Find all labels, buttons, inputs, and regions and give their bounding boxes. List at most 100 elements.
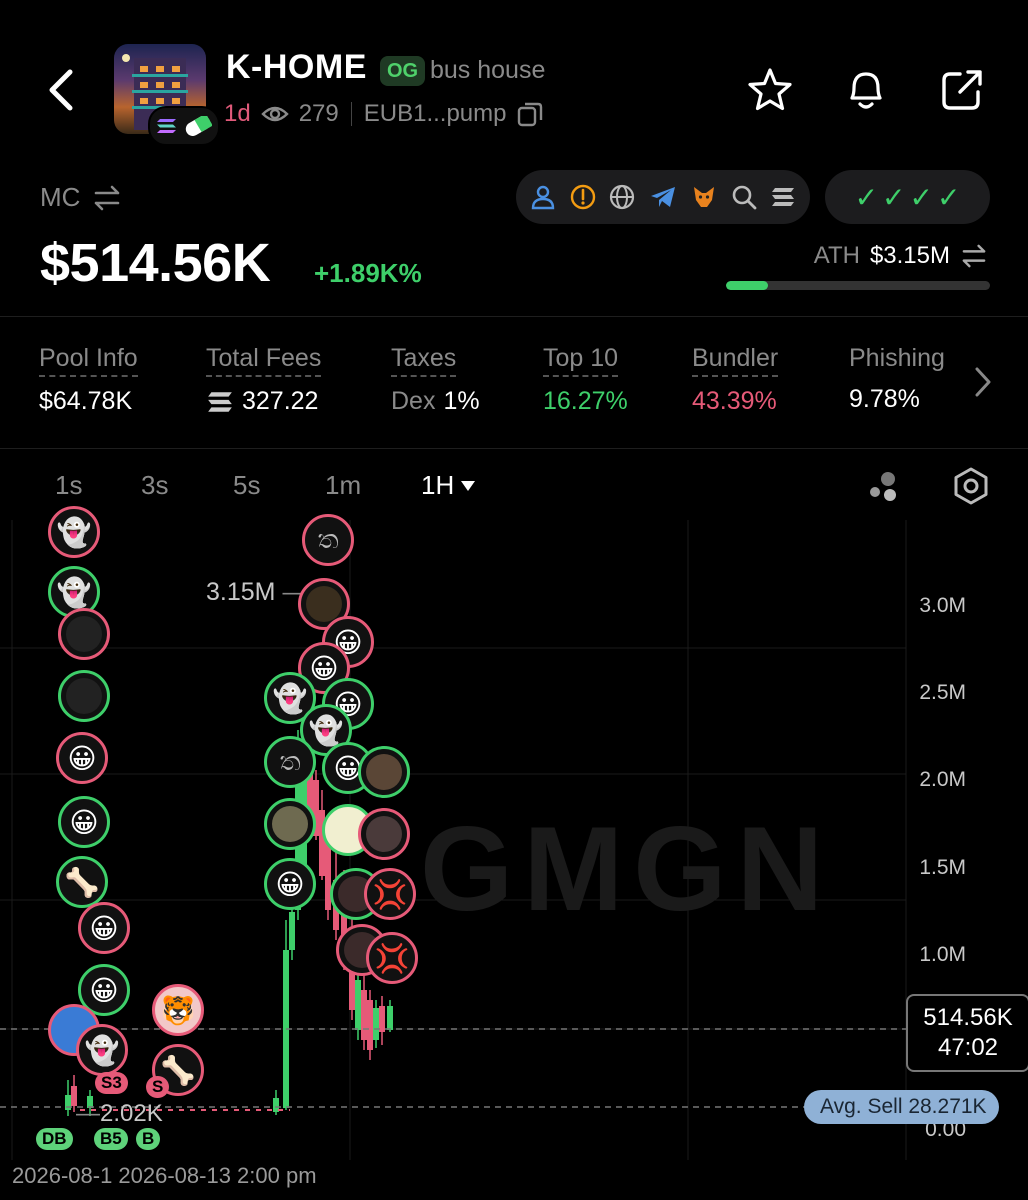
- trade-marker-avatar[interactable]: [264, 798, 316, 850]
- token-meta: 1d 279 EUB1...pump: [224, 100, 544, 128]
- check-icon: ✓: [909, 181, 933, 213]
- stat-value: 9.78%: [849, 385, 920, 413]
- trade-marker-grin[interactable]: 😀: [56, 732, 108, 784]
- trade-marker-avatar[interactable]: [358, 808, 410, 860]
- stat-top-10[interactable]: Top 10 16.27%: [543, 344, 628, 416]
- trade-marker-angry[interactable]: 💢: [364, 868, 416, 920]
- security-checks[interactable]: ✓ ✓ ✓ ✓: [825, 170, 990, 224]
- trade-tag[interactable]: B5: [94, 1128, 128, 1150]
- trade-marker-avatar[interactable]: [58, 670, 110, 722]
- globe-icon[interactable]: [609, 184, 635, 210]
- stat-value: 1%: [443, 387, 480, 415]
- trade-marker-grin[interactable]: 😀: [78, 902, 130, 954]
- stat-bundler[interactable]: Bundler 43.39%: [692, 344, 779, 416]
- ath-label: ATH: [813, 242, 860, 269]
- og-badge: OG: [380, 56, 426, 86]
- solana-scan-icon[interactable]: [770, 186, 796, 208]
- ath-toggle[interactable]: ATH $3.15M: [814, 242, 988, 270]
- ath-progress-bar: [726, 281, 990, 290]
- stat-taxes[interactable]: Taxes Dex 1%: [391, 344, 480, 416]
- caret-down-icon: [461, 480, 476, 491]
- y-axis-label: 2.5M: [919, 681, 966, 704]
- timeframe-1s[interactable]: 1s: [55, 470, 82, 501]
- stat-value: 43.39%: [692, 387, 777, 415]
- social-links: [516, 170, 810, 224]
- trade-tag[interactable]: B: [136, 1128, 161, 1150]
- user-icon[interactable]: [530, 184, 556, 210]
- candle-body: [289, 912, 295, 950]
- pill-icon: [185, 116, 212, 136]
- divider: [0, 316, 1028, 317]
- current-price-box: 514.56K 47:02: [906, 994, 1028, 1072]
- trade-tag[interactable]: DB: [36, 1128, 73, 1150]
- trade-marker-angry[interactable]: 💢: [366, 932, 418, 984]
- candle-countdown: 47:02: [937, 1034, 999, 1061]
- check-icon: ✓: [882, 181, 906, 213]
- stat-label: Top 10: [543, 344, 619, 377]
- stat-label: Pool Info: [39, 344, 138, 377]
- timeframe-1h: 1H: [421, 470, 455, 500]
- market-cap-change: +1.89K%: [314, 258, 422, 288]
- timeframe-1h-dropdown[interactable]: 1H: [421, 470, 476, 501]
- share-icon: [942, 70, 982, 110]
- trade-marker-pixel[interactable]: 🐯: [152, 984, 204, 1036]
- trade-marker-avatar[interactable]: [358, 746, 410, 798]
- gear-icon: [954, 467, 988, 505]
- stat-value-prefix: Dex: [391, 387, 436, 415]
- y-axis-label: 3.0M: [919, 594, 966, 617]
- token-subtitle: bus house: [430, 56, 546, 84]
- watermark: GMGN: [420, 802, 834, 936]
- stat-value: 16.27%: [543, 387, 628, 415]
- chevron-left-icon: [49, 69, 73, 111]
- favorite-button[interactable]: [744, 64, 796, 116]
- mc-toggle[interactable]: MC: [40, 182, 122, 213]
- trade-marker-ghost[interactable]: 👻: [48, 506, 100, 558]
- low-price-marker: —2.02K: [76, 1100, 163, 1127]
- trade-marker-grin[interactable]: 😀: [58, 796, 110, 848]
- trade-marker-avatar[interactable]: [58, 608, 110, 660]
- telegram-icon[interactable]: [649, 185, 677, 209]
- timeframe-5s[interactable]: 5s: [233, 470, 260, 501]
- stat-value: 327.22: [242, 387, 319, 415]
- chart-settings-button[interactable]: [950, 464, 992, 508]
- token-name: K-HOME: [226, 48, 367, 86]
- stat-label: Total Fees: [206, 344, 322, 377]
- meta-divider: [350, 102, 352, 126]
- ath-price-marker: 3.15M —: [206, 578, 308, 606]
- bell-icon: [850, 72, 882, 109]
- trade-marker-ghost[interactable]: 👻: [76, 1024, 128, 1076]
- trade-marker-swirl[interactable]: ත: [264, 736, 316, 788]
- stat-phishing[interactable]: Phishing 9.78%: [849, 344, 945, 414]
- timeframe-1m[interactable]: 1m: [325, 470, 361, 501]
- candle-body: [367, 1000, 373, 1050]
- stats-scroll-right[interactable]: [968, 364, 998, 400]
- share-button[interactable]: [936, 64, 988, 116]
- search-icon[interactable]: [731, 184, 757, 210]
- y-axis-label: 1.0M: [919, 943, 966, 966]
- indicators-button[interactable]: [864, 466, 904, 506]
- trade-tag[interactable]: S: [146, 1076, 170, 1098]
- ath-progress-fill: [726, 281, 769, 290]
- stat-total-fees[interactable]: Total Fees 327.22: [206, 344, 322, 416]
- trade-marker-grin[interactable]: 😀: [264, 858, 316, 910]
- trade-marker-swirl[interactable]: ත: [302, 514, 354, 566]
- swap-icon: [962, 244, 986, 268]
- trade-tag[interactable]: S3: [95, 1072, 128, 1094]
- star-icon: [748, 68, 792, 111]
- copy-icon[interactable]: [516, 100, 544, 128]
- avg-sell-badge[interactable]: Avg. Sell 28.271K: [804, 1090, 999, 1124]
- back-button[interactable]: [40, 64, 80, 116]
- timeframe-3s[interactable]: 3s: [141, 470, 168, 501]
- contract-address[interactable]: EUB1...pump: [364, 100, 507, 128]
- trade-marker-bone[interactable]: 🦴: [56, 856, 108, 908]
- stat-pool-info[interactable]: Pool Info $64.78K: [39, 344, 138, 416]
- metamask-fox-icon[interactable]: [691, 184, 717, 210]
- low-price-text: 2.02K: [100, 1100, 163, 1127]
- candle-body: [373, 1008, 379, 1040]
- y-axis-label: 2.0M: [919, 768, 966, 791]
- solana-icon: [208, 391, 232, 412]
- warning-icon[interactable]: [570, 184, 596, 210]
- alert-button[interactable]: [840, 64, 892, 116]
- time-axis-label: 2026-08-1 2026-08-13 2:00 pm: [12, 1163, 317, 1188]
- eye-icon: [261, 106, 289, 122]
